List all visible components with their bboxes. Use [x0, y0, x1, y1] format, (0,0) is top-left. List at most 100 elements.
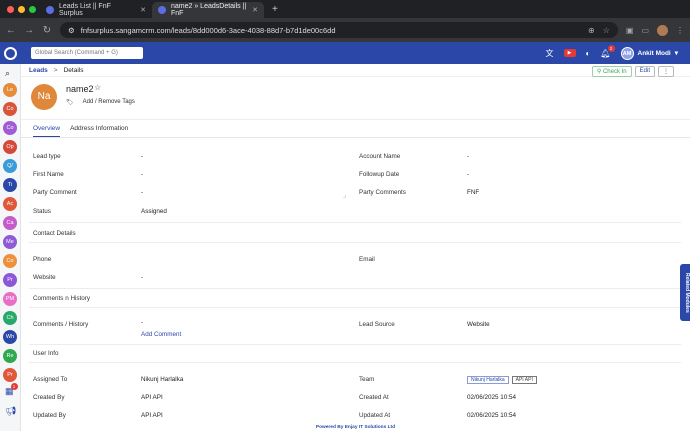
account-name-label: Account Name — [359, 153, 401, 160]
reload-icon[interactable]: ↻ — [42, 25, 52, 36]
back-arrow-icon[interactable]: ← — [6, 25, 16, 36]
tab-address-information[interactable]: Address Information — [70, 120, 128, 137]
lead-source-value[interactable]: Website — [467, 321, 490, 328]
divider — [29, 362, 681, 363]
created-at-value: 02/06/2025 10:54 — [467, 394, 517, 401]
sidebar-module-item[interactable]: Le — [3, 83, 17, 97]
comments-history-value[interactable]: - — [141, 319, 143, 326]
module-sidebar: ⌕ Le Co Co Op Q/Ti Ac Ca Me Co Pr PM Ch Wh Re Pr ▦ 1 📢︎ — [0, 64, 21, 431]
site-info-icon[interactable]: ⚙ — [68, 26, 75, 35]
sidebar-module-item[interactable]: Pr — [3, 368, 17, 382]
updated-by-value: API API — [141, 412, 163, 419]
close-tab-icon[interactable]: ✕ — [252, 6, 258, 14]
translate-icon[interactable]: 文 — [546, 48, 554, 59]
lead-type-value[interactable]: - — [141, 153, 143, 160]
email-label: Email — [359, 256, 375, 263]
divider — [29, 222, 681, 223]
megaphone-icon[interactable]: 📢︎ — [5, 406, 16, 417]
sidebar-module-item[interactable]: Co — [3, 254, 17, 268]
address-bar[interactable]: ⚙ fnfsurplus.sangamcrm.com/leads/8dd000d… — [60, 22, 618, 38]
global-search-input[interactable]: Global Search (Command + G) — [31, 47, 143, 59]
app-logo-icon[interactable] — [0, 42, 21, 64]
profile-avatar[interactable] — [657, 24, 668, 36]
tab-title: Leads List || FnF Surplus — [59, 3, 111, 17]
sidebar-module-item[interactable]: Ac — [3, 197, 17, 211]
website-value[interactable]: - — [141, 274, 143, 281]
notification-bell-icon[interactable]: 🔔︎ 2 — [600, 44, 615, 58]
new-tab-icon[interactable]: + — [272, 4, 278, 15]
minimize-window-button[interactable] — [18, 6, 25, 13]
sidebar-module-item[interactable]: Me — [3, 235, 17, 249]
bookmark-star-icon[interactable]: ☆ — [603, 26, 610, 35]
edit-button[interactable]: Edit — [634, 66, 655, 77]
browser-tab-leads-list[interactable]: Leads List || FnF Surplus ✕ — [40, 2, 152, 18]
sidebar-module-item[interactable]: Co — [3, 121, 17, 135]
add-remove-tags-link[interactable]: Add / Remove Tags — [83, 99, 135, 106]
sidebar-module-item[interactable]: Co — [3, 102, 17, 116]
assigned-to-value[interactable]: Nikunj Harlalka — [141, 376, 183, 383]
related-modules-tab[interactable]: Related Modules — [680, 264, 690, 321]
followup-date-value[interactable]: - — [467, 171, 469, 178]
comments-history-heading: Comments n History — [33, 295, 91, 302]
record-avatar: Na — [31, 84, 57, 110]
browser-tab-lead-details[interactable]: name2 » LeadsDetails || FnF ✕ — [152, 2, 264, 18]
sidebar-module-item[interactable]: Wh — [3, 330, 17, 344]
add-comment-link[interactable]: Add Comment — [141, 331, 181, 338]
sidebar-module-item[interactable]: Ti — [3, 178, 17, 192]
maximize-window-button[interactable] — [29, 6, 36, 13]
team-chip[interactable]: API API — [511, 376, 537, 384]
url-text: fnfsurplus.sangamcrm.com/leads/8dd000d6-… — [80, 25, 336, 35]
lead-type-label: Lead type — [33, 153, 61, 160]
sidebar-module-item[interactable]: Q/ — [3, 159, 17, 173]
notification-badge: 2 — [607, 44, 615, 52]
assigned-to-label: Assigned To — [33, 376, 68, 383]
theme-toggle-icon[interactable]: ◐ — [586, 49, 591, 58]
youtube-icon[interactable]: ▶ — [563, 49, 576, 57]
main-content: Leads > Details ⚲ Check In Edit ⋮ Na nam… — [21, 64, 690, 431]
close-tab-icon[interactable]: ✕ — [140, 6, 146, 14]
tag-icon[interactable]: 🏷︎ — [66, 99, 74, 106]
more-actions-button[interactable]: ⋮ — [658, 66, 674, 77]
phone-label: Phone — [33, 256, 52, 263]
account-name-value[interactable]: - — [467, 153, 469, 160]
favorite-star-icon[interactable]: ☆ — [94, 83, 101, 92]
browser-toolbar: ← → ↻ ⚙ fnfsurplus.sangamcrm.com/leads/8… — [0, 18, 690, 42]
forward-arrow-icon[interactable]: → — [24, 25, 34, 36]
resize-handle-icon[interactable]: ⌟ — [343, 192, 346, 199]
sidebar-badge: 1 — [10, 383, 18, 390]
install-app-icon[interactable]: ⊕ — [588, 26, 595, 35]
party-comment-value[interactable]: - — [141, 189, 143, 196]
site-favicon-icon — [158, 6, 166, 14]
browser-menu-icon[interactable]: ⋮ — [676, 26, 684, 35]
status-value[interactable]: Assigned — [141, 208, 167, 215]
sidebar-module-item[interactable]: Pr — [3, 273, 17, 287]
user-menu[interactable]: AM Ankit Modi ▾ — [620, 46, 678, 60]
team-chip[interactable]: Nikunj Harlalka — [467, 376, 509, 384]
divider — [29, 344, 681, 345]
divider — [29, 307, 681, 308]
app-header: Global Search (Command + G) 文 ▶ ◐ 🔔︎ 2 AM… — [0, 42, 690, 64]
sidebar-panel-icon[interactable]: ▭ — [641, 26, 649, 35]
browser-tab-strip: Leads List || FnF Surplus ✕ name2 » Lead… — [0, 0, 690, 18]
sidebar-module-item[interactable]: Op — [3, 140, 17, 154]
sidebar-module-item[interactable]: Ca — [3, 216, 17, 230]
search-icon[interactable]: ⌕ — [5, 68, 10, 79]
party-comments-value[interactable]: FNF — [467, 189, 479, 196]
calendar-icon[interactable]: ▦ 1 — [5, 383, 18, 397]
party-comments-label: Party Comments — [359, 189, 406, 196]
lead-source-label: Lead Source — [359, 321, 395, 328]
breadcrumb: Leads > Details — [21, 64, 690, 77]
powered-by-footer: Powered By Enjay IT Solutions Ltd — [315, 425, 396, 430]
close-window-button[interactable] — [7, 6, 14, 13]
breadcrumb-separator: > — [53, 66, 58, 74]
extensions-icon[interactable]: ▣ — [626, 26, 634, 35]
breadcrumb-leads-link[interactable]: Leads — [29, 67, 48, 74]
check-in-button[interactable]: ⚲ Check In — [591, 66, 632, 77]
window-controls[interactable] — [7, 6, 36, 13]
tab-overview[interactable]: Overview — [33, 120, 61, 137]
sidebar-module-item[interactable]: PM — [3, 292, 17, 306]
sidebar-module-item[interactable]: Ch — [3, 311, 17, 325]
sidebar-module-item[interactable]: Re — [3, 349, 17, 363]
first-name-value[interactable]: - — [141, 171, 143, 178]
comments-history-label: Comments / History — [33, 321, 89, 328]
